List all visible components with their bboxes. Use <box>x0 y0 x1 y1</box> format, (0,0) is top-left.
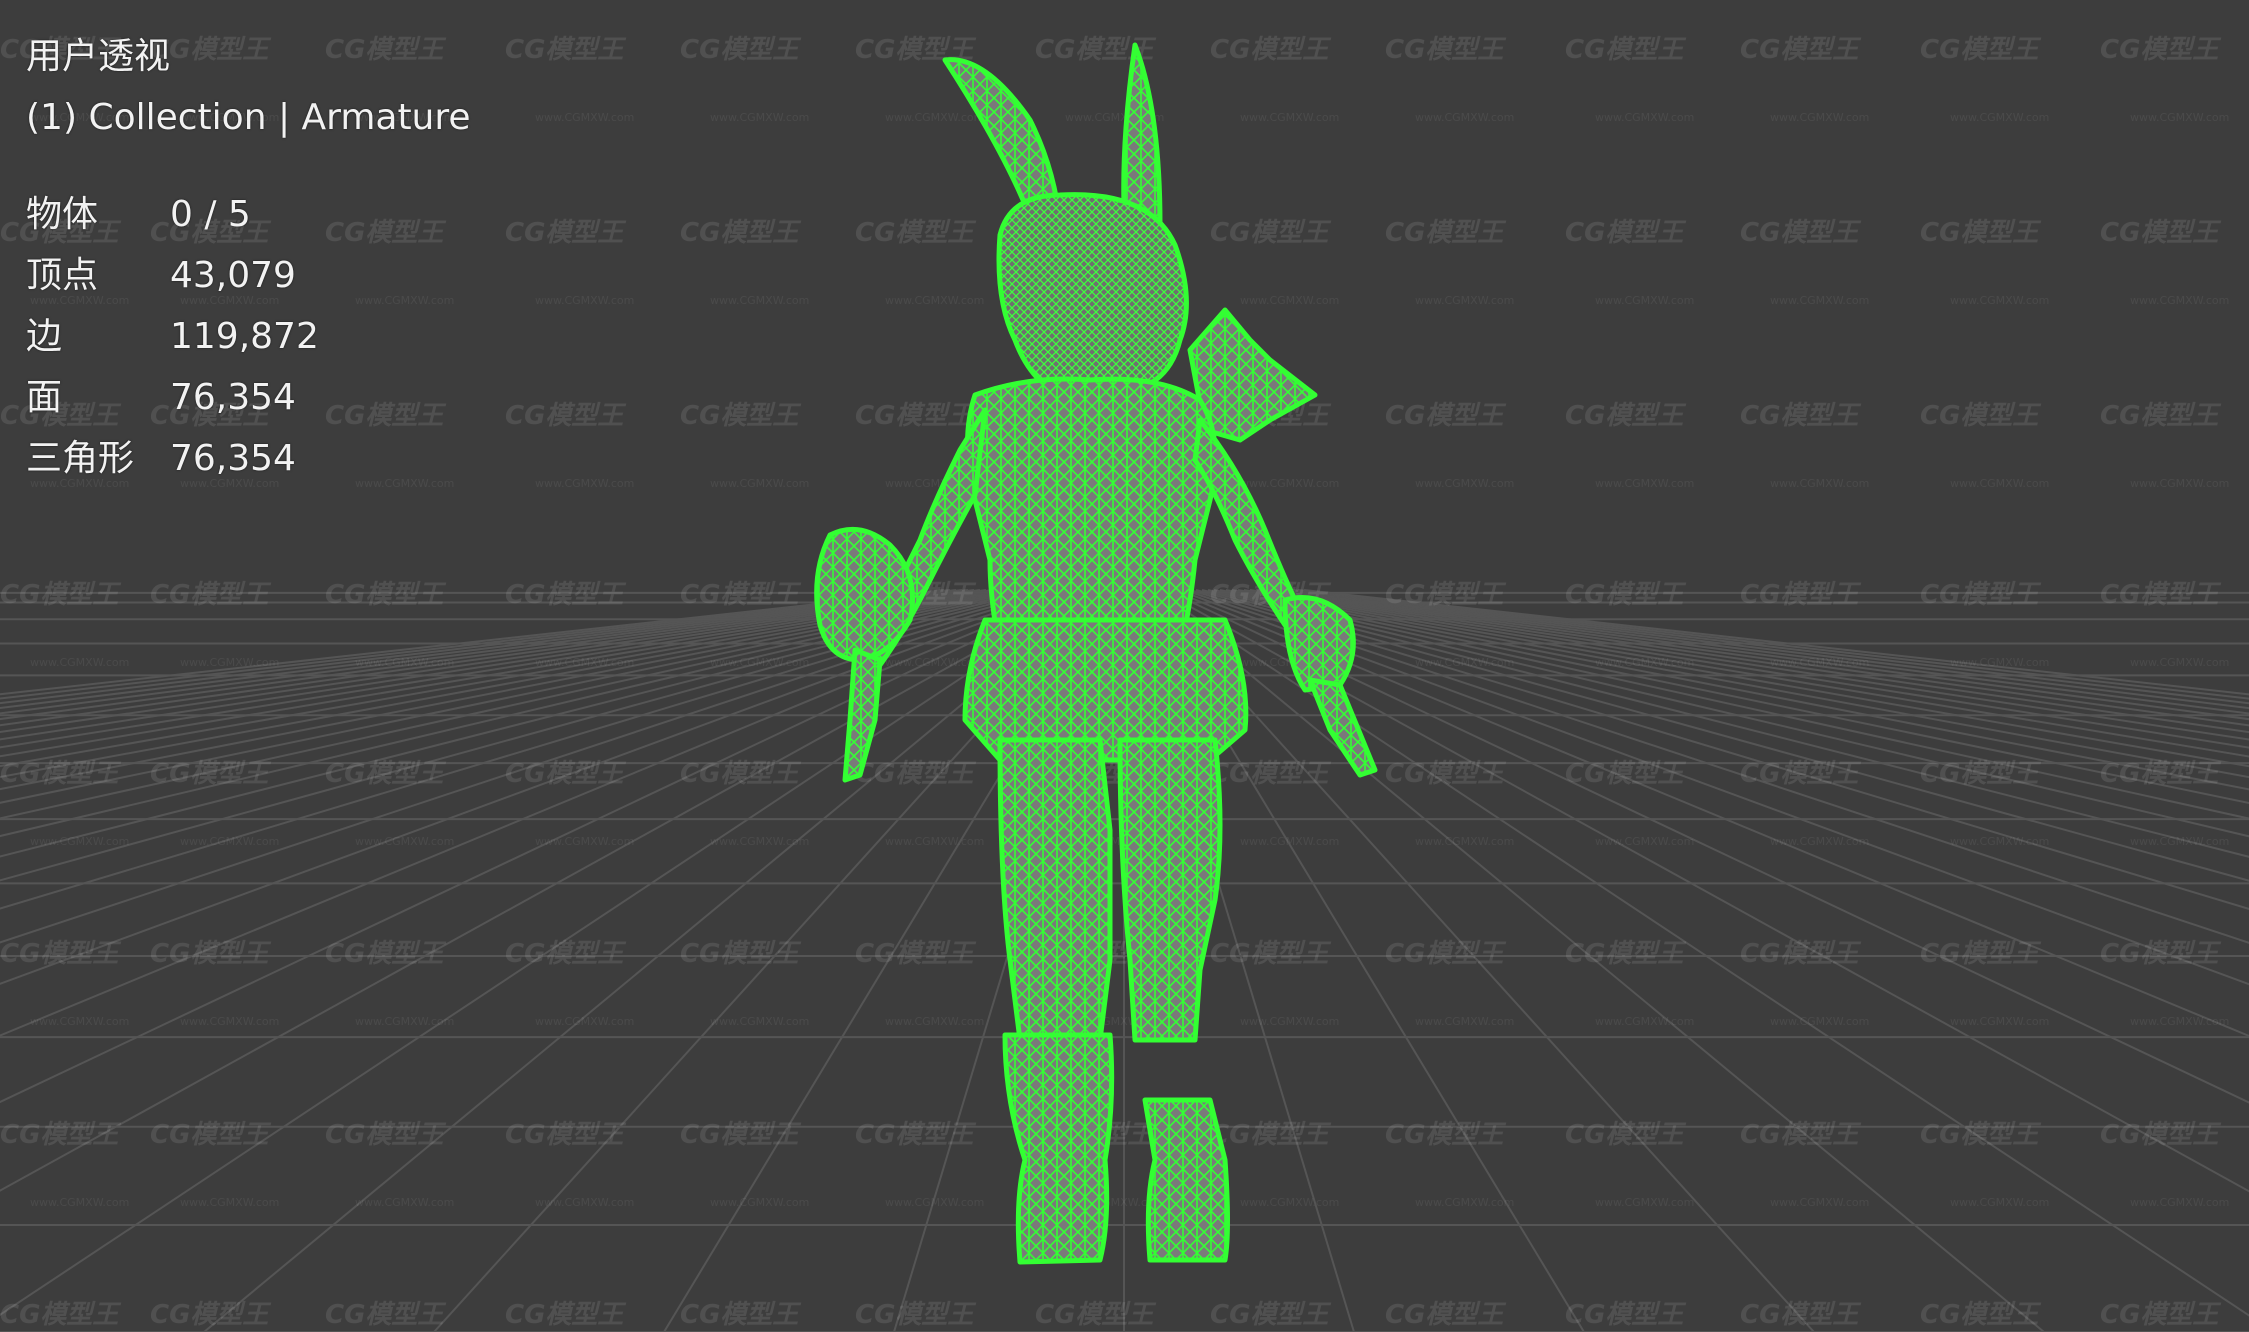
3d-viewport[interactable]: CG模型王 www.CGMXW.com CG模型王 www.CGMXW.com CG模型… <box>0 0 2249 1332</box>
stat-value: 76,354 <box>170 438 296 479</box>
left-leg <box>997 737 1113 1043</box>
viewport-info-overlay: 用户透视 (1) Collection | Armature 物体 0 / 5 … <box>26 26 471 489</box>
stat-row-vertices: 顶点 43,079 <box>26 245 471 306</box>
view-name: 用户透视 <box>26 36 171 77</box>
left-gauntlet <box>814 526 915 663</box>
right-boot <box>1142 1097 1230 1263</box>
stat-value: 76,354 <box>170 377 296 418</box>
stat-row-edges: 边 119,872 <box>26 306 471 367</box>
right-leg <box>1117 737 1223 1043</box>
stat-row-faces: 面 76,354 <box>26 367 471 428</box>
left-boot <box>1002 1032 1115 1265</box>
head <box>996 192 1189 398</box>
stat-label: 物体 <box>26 194 99 235</box>
character-mesh <box>814 42 1378 1265</box>
stat-label: 顶点 <box>26 255 99 296</box>
stat-label: 三角形 <box>26 438 135 479</box>
right-gauntlet <box>1282 595 1356 693</box>
stat-row-triangles: 三角形 76,354 <box>26 428 471 489</box>
right-arm <box>1192 417 1303 628</box>
stat-value: 119,872 <box>170 316 319 357</box>
torso <box>965 376 1219 653</box>
right-hand <box>1307 677 1378 778</box>
left-hand <box>842 647 883 783</box>
stat-label: 边 <box>26 316 63 357</box>
scene-statistics: 物体 0 / 5 顶点 43,079 边 119,872 面 76,354 三角… <box>26 184 471 489</box>
stat-row-objects: 物体 0 / 5 <box>26 184 471 245</box>
collection-label: (1) Collection | Armature <box>26 97 471 138</box>
stat-value: 43,079 <box>170 255 296 296</box>
stat-label: 面 <box>26 377 63 418</box>
stat-value: 0 / 5 <box>170 194 251 235</box>
